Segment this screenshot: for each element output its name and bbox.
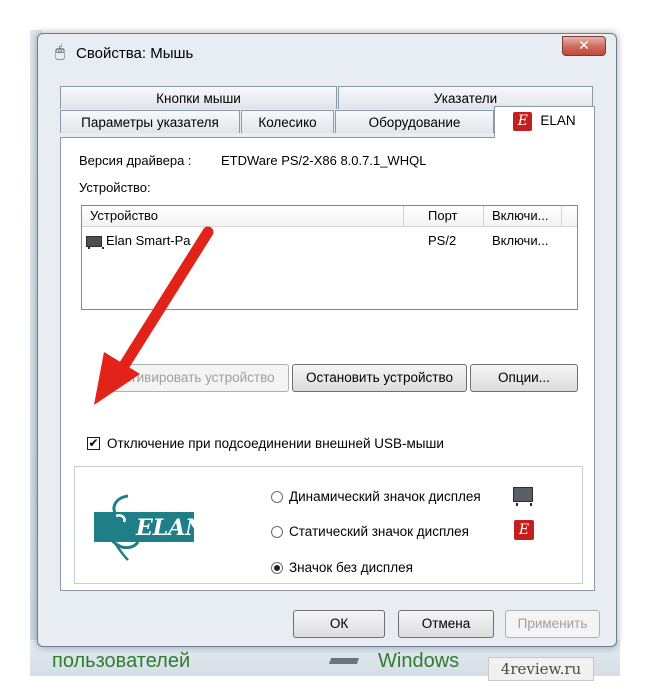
tab-elan-label: ELAN bbox=[540, 113, 576, 128]
apply-button[interactable]: Применить bbox=[505, 610, 600, 638]
radio-dynamic-icon-button[interactable] bbox=[271, 491, 283, 503]
device-name-cell: Elan Smart-Pa bbox=[106, 233, 191, 248]
activate-device-button[interactable]: Активировать устройство bbox=[101, 364, 289, 392]
static-elan-icon: E bbox=[514, 520, 534, 540]
device-list[interactable]: Устройство Порт Включи... Elan Smart-Pa … bbox=[81, 205, 578, 310]
mouse-properties-dialog: 🖱 Свойства: Мышь ✕ Кнопки мыши Указатели… bbox=[37, 33, 617, 647]
device-label: Устройство: bbox=[79, 180, 151, 195]
window-title: Свойства: Мышь bbox=[76, 45, 194, 62]
radio-no-icon-button[interactable] bbox=[271, 562, 283, 574]
column-header-port[interactable]: Порт bbox=[404, 206, 484, 226]
elan-logo: ELAN bbox=[94, 492, 194, 562]
radio-dynamic-icon-label[interactable]: Динамический значок дисплея bbox=[289, 487, 481, 507]
title-bar[interactable]: 🖱 Свойства: Мышь ✕ bbox=[38, 34, 616, 74]
watermark: 4review.ru bbox=[488, 657, 594, 681]
background-text-left: пользователей bbox=[52, 650, 191, 672]
device-status-cell: Включи... bbox=[492, 233, 549, 248]
tab-mouse-buttons[interactable]: Кнопки мыши bbox=[60, 86, 337, 109]
background-text-right: Windows bbox=[378, 650, 460, 672]
close-button[interactable]: ✕ bbox=[562, 36, 606, 56]
device-list-header: Устройство Порт Включи... bbox=[82, 206, 577, 227]
tray-icon-group: ELAN Динамический значок дисплея Статиче… bbox=[74, 466, 583, 584]
radio-no-icon-label[interactable]: Значок без дисплея bbox=[289, 558, 413, 578]
cancel-button[interactable]: Отмена bbox=[398, 610, 494, 638]
touchpad-device-icon bbox=[86, 236, 104, 249]
tab-pointer-options[interactable]: Параметры указателя bbox=[60, 110, 240, 133]
column-header-enabled[interactable]: Включи... bbox=[484, 206, 562, 226]
options-button[interactable]: Опции... bbox=[470, 364, 578, 392]
background-icon bbox=[328, 658, 360, 664]
column-header-device[interactable]: Устройство bbox=[82, 206, 404, 226]
driver-version-label: Версия драйвера : bbox=[79, 153, 192, 168]
driver-version-value: ETDWare PS/2-X86 8.0.7.1_WHQL bbox=[221, 153, 427, 168]
mouse-icon: 🖱 bbox=[55, 44, 65, 61]
tab-elan[interactable]: E ELAN bbox=[494, 106, 595, 138]
elan-icon: E bbox=[513, 111, 533, 131]
radio-static-icon-label[interactable]: Статический значок дисплея bbox=[289, 522, 469, 542]
ok-button[interactable]: ОК bbox=[293, 610, 385, 638]
disable-on-usb-mouse-checkbox[interactable]: ✔ bbox=[87, 437, 100, 450]
radio-static-icon-button[interactable] bbox=[271, 526, 283, 538]
table-row[interactable]: Elan Smart-Pa PS/2 Включи... bbox=[82, 231, 577, 251]
dynamic-tray-icon bbox=[513, 487, 533, 506]
elan-logo-text: ELAN bbox=[135, 515, 194, 541]
tab-wheel[interactable]: Колесико bbox=[241, 110, 334, 133]
device-port-cell: PS/2 bbox=[428, 233, 457, 248]
stop-device-button[interactable]: Остановить устройство bbox=[292, 364, 467, 392]
disable-on-usb-mouse-label[interactable]: Отключение при подсоединении внешней USB… bbox=[107, 436, 444, 451]
tab-strip: Кнопки мыши Указатели Параметры указател… bbox=[58, 86, 598, 138]
elan-tab-panel: Версия драйвера : ETDWare PS/2-X86 8.0.7… bbox=[60, 137, 595, 591]
tab-hardware[interactable]: Оборудование bbox=[335, 110, 494, 133]
